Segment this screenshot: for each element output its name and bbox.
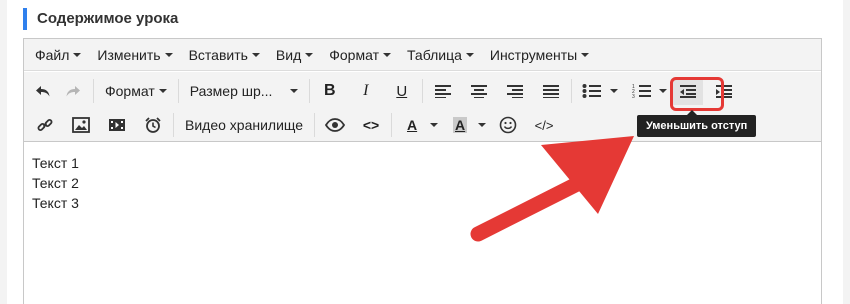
- arrow-shaft: [470, 172, 593, 242]
- pointer-arrow-annotation: [470, 136, 634, 242]
